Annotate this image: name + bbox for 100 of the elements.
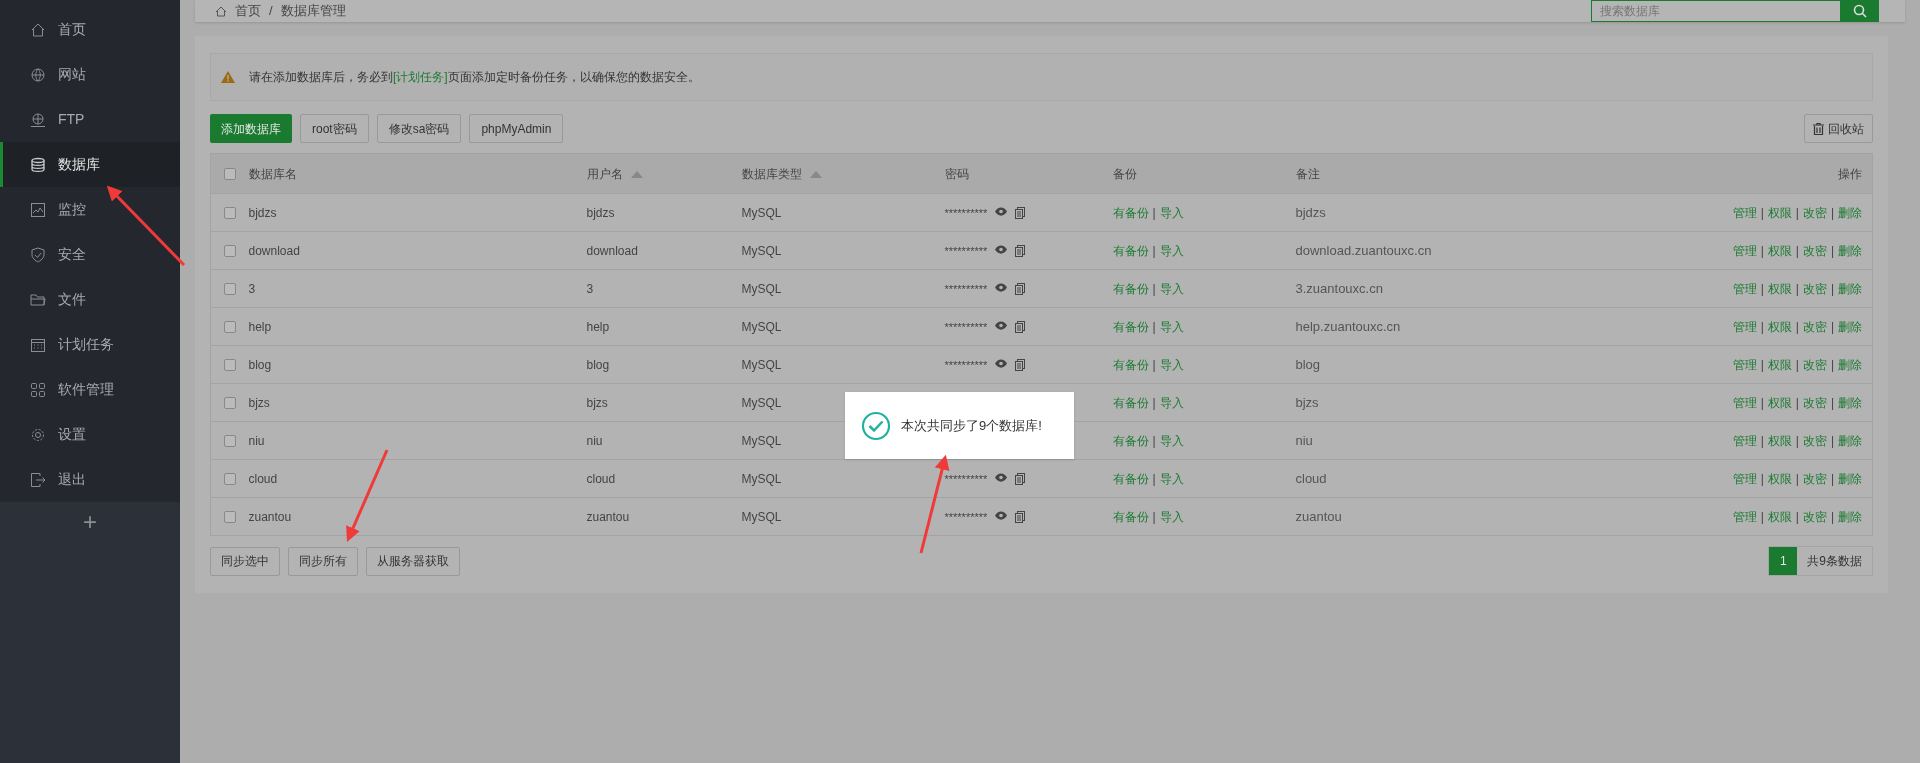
- sidebar-item[interactable]: 设置: [0, 412, 180, 457]
- eye-icon[interactable]: [995, 207, 1008, 217]
- sidebar-item[interactable]: 退出: [0, 457, 180, 502]
- schedule-link[interactable]: [计划任务]: [393, 70, 448, 84]
- action-link[interactable]: 改密: [1802, 243, 1827, 258]
- toolbar-button[interactable]: phpMyAdmin: [469, 114, 564, 143]
- action-link[interactable]: 管理: [1732, 319, 1757, 334]
- action-link[interactable]: 改密: [1802, 471, 1827, 486]
- sync-button[interactable]: 同步选中: [210, 546, 280, 576]
- action-link[interactable]: 改密: [1802, 395, 1827, 410]
- backup-link[interactable]: 有备份: [1112, 509, 1149, 524]
- eye-icon[interactable]: [995, 473, 1008, 483]
- backup-link[interactable]: 导入: [1159, 509, 1184, 524]
- copy-icon[interactable]: [1015, 207, 1026, 220]
- eye-icon[interactable]: [995, 511, 1008, 521]
- action-link[interactable]: 权限: [1767, 395, 1792, 410]
- row-checkbox[interactable]: [223, 245, 236, 258]
- copy-icon[interactable]: [1015, 283, 1026, 296]
- sidebar-item[interactable]: 计划任务: [0, 322, 180, 367]
- action-link[interactable]: 删除: [1838, 319, 1862, 334]
- column-header[interactable]: 数据库类型: [741, 166, 822, 181]
- sidebar-item[interactable]: 数据库: [0, 142, 180, 187]
- recycle-bin-button[interactable]: 回收站: [1804, 114, 1873, 143]
- action-link[interactable]: 删除: [1838, 357, 1862, 372]
- backup-link[interactable]: 导入: [1159, 395, 1184, 410]
- action-link[interactable]: 改密: [1802, 509, 1827, 524]
- action-link[interactable]: 管理: [1732, 395, 1757, 410]
- page-button[interactable]: 1: [1769, 547, 1798, 575]
- action-link[interactable]: 删除: [1838, 471, 1862, 486]
- backup-link[interactable]: 导入: [1159, 281, 1184, 296]
- sidebar-item[interactable]: 网站: [0, 52, 180, 97]
- row-checkbox[interactable]: [223, 473, 236, 486]
- action-link[interactable]: 管理: [1732, 509, 1757, 524]
- action-link[interactable]: 管理: [1732, 243, 1757, 258]
- sidebar-item[interactable]: 软件管理: [0, 367, 180, 412]
- action-link[interactable]: 删除: [1838, 243, 1862, 258]
- select-all-checkbox[interactable]: [223, 168, 236, 181]
- backup-link[interactable]: 导入: [1159, 319, 1184, 334]
- sidebar-item[interactable]: 文件: [0, 277, 180, 322]
- eye-icon[interactable]: [995, 283, 1008, 293]
- action-link[interactable]: 改密: [1802, 357, 1827, 372]
- backup-link[interactable]: 有备份: [1112, 281, 1149, 296]
- action-link[interactable]: 权限: [1767, 281, 1792, 296]
- backup-link[interactable]: 导入: [1159, 243, 1184, 258]
- action-link[interactable]: 改密: [1802, 281, 1827, 296]
- row-checkbox[interactable]: [223, 511, 236, 524]
- action-link[interactable]: 删除: [1838, 509, 1862, 524]
- sidebar-item[interactable]: 安全: [0, 232, 180, 277]
- backup-link[interactable]: 导入: [1159, 433, 1184, 448]
- copy-icon[interactable]: [1015, 359, 1026, 372]
- backup-link[interactable]: 导入: [1159, 357, 1184, 372]
- action-link[interactable]: 删除: [1838, 205, 1862, 220]
- copy-icon[interactable]: [1015, 511, 1026, 524]
- sync-button[interactable]: 同步所有: [288, 546, 358, 576]
- toolbar-button[interactable]: root密码: [300, 114, 369, 143]
- row-checkbox[interactable]: [223, 435, 236, 448]
- action-link[interactable]: 管理: [1732, 357, 1757, 372]
- action-link[interactable]: 删除: [1838, 395, 1862, 410]
- row-checkbox[interactable]: [223, 207, 236, 220]
- eye-icon[interactable]: [995, 321, 1008, 331]
- add-database-button[interactable]: 添加数据库: [210, 114, 292, 143]
- action-link[interactable]: 权限: [1767, 433, 1792, 448]
- sidebar-item[interactable]: FTP: [0, 97, 180, 142]
- action-link[interactable]: 权限: [1767, 509, 1792, 524]
- sync-button[interactable]: 从服务器获取: [366, 546, 460, 576]
- action-link[interactable]: 权限: [1767, 319, 1792, 334]
- eye-icon[interactable]: [995, 245, 1008, 255]
- backup-link[interactable]: 有备份: [1112, 471, 1149, 486]
- toolbar-button[interactable]: 修改sa密码: [376, 114, 462, 143]
- row-checkbox[interactable]: [223, 283, 236, 296]
- breadcrumb-link[interactable]: 首页: [235, 1, 261, 21]
- eye-icon[interactable]: [995, 359, 1008, 369]
- backup-link[interactable]: 有备份: [1112, 357, 1149, 372]
- action-link[interactable]: 删除: [1838, 433, 1862, 448]
- action-link[interactable]: 删除: [1838, 281, 1862, 296]
- action-link[interactable]: 权限: [1767, 471, 1792, 486]
- backup-link[interactable]: 有备份: [1112, 205, 1149, 220]
- action-link[interactable]: 改密: [1802, 205, 1827, 220]
- action-link[interactable]: 权限: [1767, 243, 1792, 258]
- backup-link[interactable]: 导入: [1159, 471, 1184, 486]
- backup-link[interactable]: 有备份: [1112, 395, 1149, 410]
- row-checkbox[interactable]: [223, 321, 236, 334]
- action-link[interactable]: 改密: [1802, 433, 1827, 448]
- copy-icon[interactable]: [1015, 245, 1026, 258]
- backup-link[interactable]: 有备份: [1112, 243, 1149, 258]
- action-link[interactable]: 管理: [1732, 471, 1757, 486]
- action-link[interactable]: 改密: [1802, 319, 1827, 334]
- row-checkbox[interactable]: [223, 359, 236, 372]
- add-button[interactable]: +: [83, 510, 97, 534]
- backup-link[interactable]: 有备份: [1112, 319, 1149, 334]
- search-button[interactable]: [1841, 0, 1879, 22]
- action-link[interactable]: 管理: [1732, 281, 1757, 296]
- backup-link[interactable]: 导入: [1159, 205, 1184, 220]
- sidebar-item[interactable]: 首页: [0, 7, 180, 52]
- sidebar-item[interactable]: 监控: [0, 187, 180, 232]
- action-link[interactable]: 管理: [1732, 205, 1757, 220]
- action-link[interactable]: 权限: [1767, 357, 1792, 372]
- copy-icon[interactable]: [1015, 321, 1026, 334]
- action-link[interactable]: 权限: [1767, 205, 1792, 220]
- column-header[interactable]: 用户名: [586, 166, 643, 181]
